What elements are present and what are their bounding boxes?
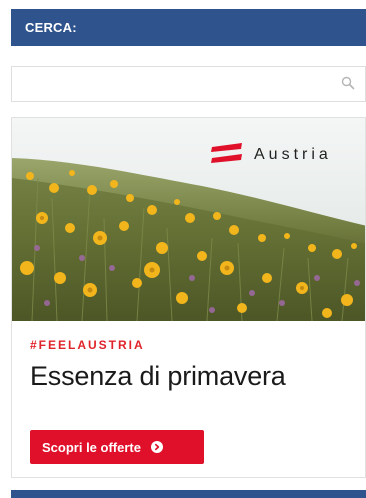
ad-headline: Essenza di primavera (30, 361, 286, 391)
bottom-section-bar (11, 490, 366, 498)
austria-brand-logo: Austria (210, 140, 332, 170)
ad-card[interactable]: Austria #FEELAUSTRIA Essenza di primaver… (11, 117, 366, 478)
search-input[interactable] (12, 67, 332, 101)
brand-name: Austria (254, 146, 332, 163)
search-icon[interactable] (341, 76, 355, 90)
discover-offers-button[interactable]: Scopri le offerte (30, 430, 204, 464)
arrow-right-circle-icon (150, 441, 163, 453)
campaign-hashtag: #FEELAUSTRIA (30, 338, 145, 352)
search-header-label: CERCA: (25, 20, 77, 35)
ad-image-meadow[interactable]: Austria (12, 118, 365, 321)
search-header: CERCA: (11, 9, 366, 46)
cta-label: Scopri le offerte (42, 439, 141, 455)
austria-flag-logo-icon (211, 143, 242, 163)
search-box[interactable] (11, 66, 366, 102)
